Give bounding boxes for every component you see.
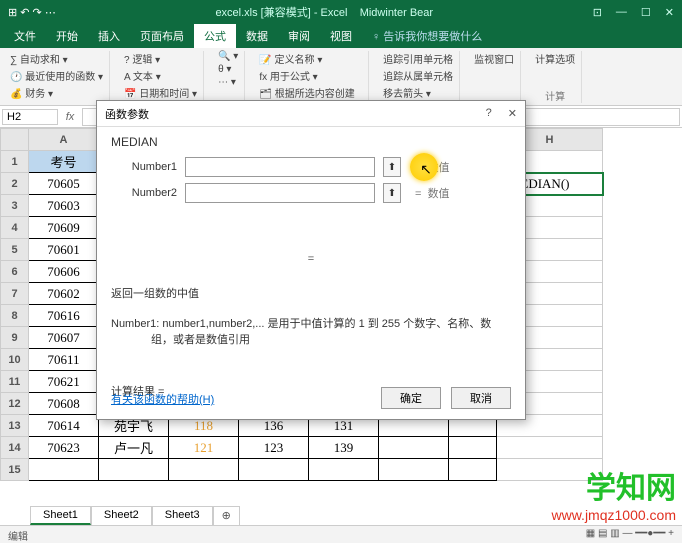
status-bar: 编辑 ▦ ▤ ▥ — ━━●━━ + [0,525,682,543]
col-A[interactable]: A [29,129,99,151]
tab-data[interactable]: 数据 [236,24,278,48]
logical-button[interactable]: ? 逻辑 ▾ [124,51,197,66]
sheet-tabs: Sheet1 Sheet2 Sheet3 ⊕ [30,506,240,525]
autosum-button[interactable]: ∑ 自动求和 ▾ [10,51,103,66]
dialog-title: 函数参数 [105,106,149,122]
tab-view[interactable]: 视图 [320,24,362,48]
add-sheet-button[interactable]: ⊕ [213,506,240,525]
watch-window-button[interactable]: 监视窗口 [474,51,514,66]
function-arguments-dialog: 函数参数 ?✕ MEDIAN Number1 ⬆ = 数值 Number2 ⬆ … [96,100,526,420]
result-eq: = [111,253,511,265]
watermark-url: www.jmqz1000.com [552,507,677,523]
ribbon-options-icon[interactable]: ⊡ [593,6,602,19]
trace-dep-button[interactable]: 追踪从属单元格 [383,68,453,83]
recent-button[interactable]: 🕐 最近使用的函数 ▾ [10,68,103,83]
number2-input[interactable] [185,183,375,203]
sheet-tab-1[interactable]: Sheet1 [30,506,91,525]
sheet-tab-2[interactable]: Sheet2 [91,506,152,525]
ribbon: ∑ 自动求和 ▾ 🕐 最近使用的函数 ▾ 💰 财务 ▾ 插入函数 ? 逻辑 ▾ … [0,48,682,106]
trace-prec-button[interactable]: 追踪引用单元格 [383,51,453,66]
calc-options-button[interactable]: 计算选项 [535,51,575,66]
zoom-controls[interactable]: ▦ ▤ ▥ — ━━●━━ + [586,528,674,541]
tab-file[interactable]: 文件 [4,24,46,48]
watermark: 学知网 www.jmqz1000.com [552,463,677,523]
remove-arrows-button[interactable]: 移去箭头 ▾ [383,85,453,100]
maximize-icon[interactable]: ☐ [641,6,651,19]
ribbon-tabs: 文件 开始 插入 页面布局 公式 数据 审阅 视图 ♀ 告诉我你想要做什么 [0,24,682,48]
text-button[interactable]: A 文本 ▾ [124,68,197,83]
cursor-highlight: ↖ [410,153,438,181]
tab-home[interactable]: 开始 [46,24,88,48]
quickaccess[interactable]: ⊞ ↶ ↷ ⋯ [8,6,56,19]
use-formula-button[interactable]: fx 用于公式 ▾ [259,68,362,83]
user-name: Midwinter Bear [360,7,433,19]
minimize-icon[interactable]: — [616,6,627,19]
number1-label: Number1 [111,161,177,173]
math-button[interactable]: θ ▾ [218,64,238,75]
tab-review[interactable]: 审阅 [278,24,320,48]
collapse2-button[interactable]: ⬆ [383,183,401,203]
financial-button[interactable]: 💰 财务 ▾ [10,85,103,100]
cancel-button[interactable]: 取消 [451,387,511,409]
tab-layout[interactable]: 页面布局 [130,24,194,48]
help-icon[interactable]: ? [486,107,492,120]
cursor-icon: ↖ [420,161,432,178]
doc-title: excel.xls [兼容模式] - Excel [215,7,347,19]
tell-me[interactable]: ♀ 告诉我你想要做什么 [362,24,492,48]
help-link[interactable]: 有关该函数的帮助(H) [111,391,214,407]
number2-label: Number2 [111,187,177,199]
number1-input[interactable] [185,157,375,177]
create-selection-button[interactable]: 🗂 根据所选内容创建 [259,85,362,100]
select-all[interactable] [1,129,29,151]
lookup-button[interactable]: 🔍 ▾ [218,51,238,62]
dialog-close-icon[interactable]: ✕ [508,107,517,120]
status-mode: 编辑 [8,528,28,541]
argument-description: Number1: number1,number2,... 是用于中值计算的 1 … [111,315,511,347]
define-name-button[interactable]: 📝 定义名称 ▾ [259,51,362,66]
watermark-title: 学知网 [552,463,677,507]
function-name: MEDIAN [111,135,511,149]
cell[interactable]: 考号 [29,151,99,173]
ok-button[interactable]: 确定 [381,387,441,409]
row-1[interactable]: 1 [1,151,29,173]
tab-insert[interactable]: 插入 [88,24,130,48]
close-icon[interactable]: ✕ [665,6,674,19]
datetime-button[interactable]: 📅 日期和时间 ▾ [124,85,197,100]
sheet-tab-3[interactable]: Sheet3 [152,506,213,525]
name-box[interactable]: H2 [2,109,58,125]
fx-icon[interactable]: fx [60,111,80,123]
group-calc: 计算 [535,86,575,103]
more-button[interactable]: ⋯ ▾ [218,77,238,88]
collapse1-button[interactable]: ⬆ [383,157,401,177]
tab-formulas[interactable]: 公式 [194,24,236,48]
window-titlebar: ⊞ ↶ ↷ ⋯ excel.xls [兼容模式] - Excel Midwint… [0,0,682,24]
function-description: 返回一组数的中值 [111,285,511,301]
